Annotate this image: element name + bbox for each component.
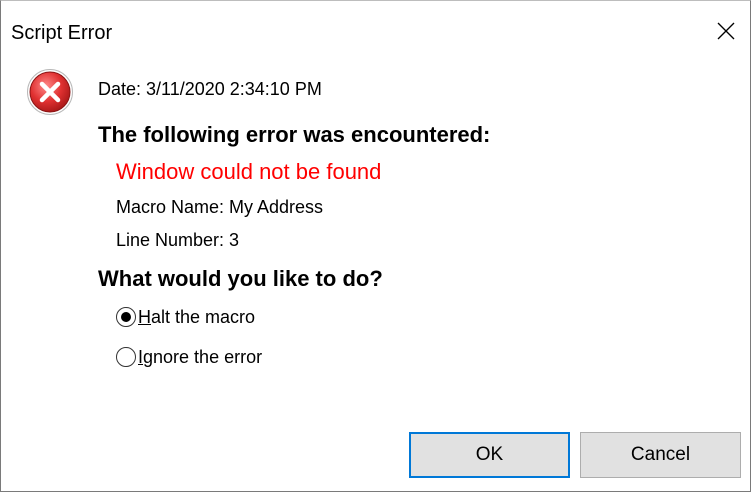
script-error-dialog: Script Error Date: 3/11/2020 2:34:10 PM … xyxy=(0,0,751,492)
ok-button[interactable]: OK xyxy=(409,432,570,478)
macro-name-text: Macro Name: My Address xyxy=(116,197,324,217)
error-heading: The following error was encountered: xyxy=(98,122,491,147)
error-icon xyxy=(27,69,73,115)
halt-macro-option[interactable]: Halt the macro xyxy=(116,304,255,330)
line-number-text: Line Number: 3 xyxy=(116,230,240,250)
title-bar[interactable]: Script Error xyxy=(1,1,750,59)
action-heading: What would you like to do? xyxy=(98,266,383,291)
radio-selected-dot xyxy=(121,312,131,322)
cancel-button[interactable]: Cancel xyxy=(580,432,741,478)
halt-label-rest: alt the macro xyxy=(151,307,256,327)
window-title: Script Error xyxy=(11,22,113,44)
ignore-radio-button[interactable] xyxy=(116,347,136,367)
halt-radio-button[interactable] xyxy=(116,307,136,327)
ignore-label-rest: gnore the error xyxy=(143,347,263,367)
halt-access-key: H xyxy=(138,307,151,327)
error-message: Window could not be found xyxy=(116,159,382,184)
ignore-error-option[interactable]: Ignore the error xyxy=(116,344,262,370)
close-icon xyxy=(717,22,735,40)
halt-option-label: Halt the macro xyxy=(138,306,255,328)
close-button[interactable] xyxy=(708,13,744,49)
date-text: Date: 3/11/2020 2:34:10 PM xyxy=(98,79,322,99)
ignore-option-label: Ignore the error xyxy=(138,346,262,368)
